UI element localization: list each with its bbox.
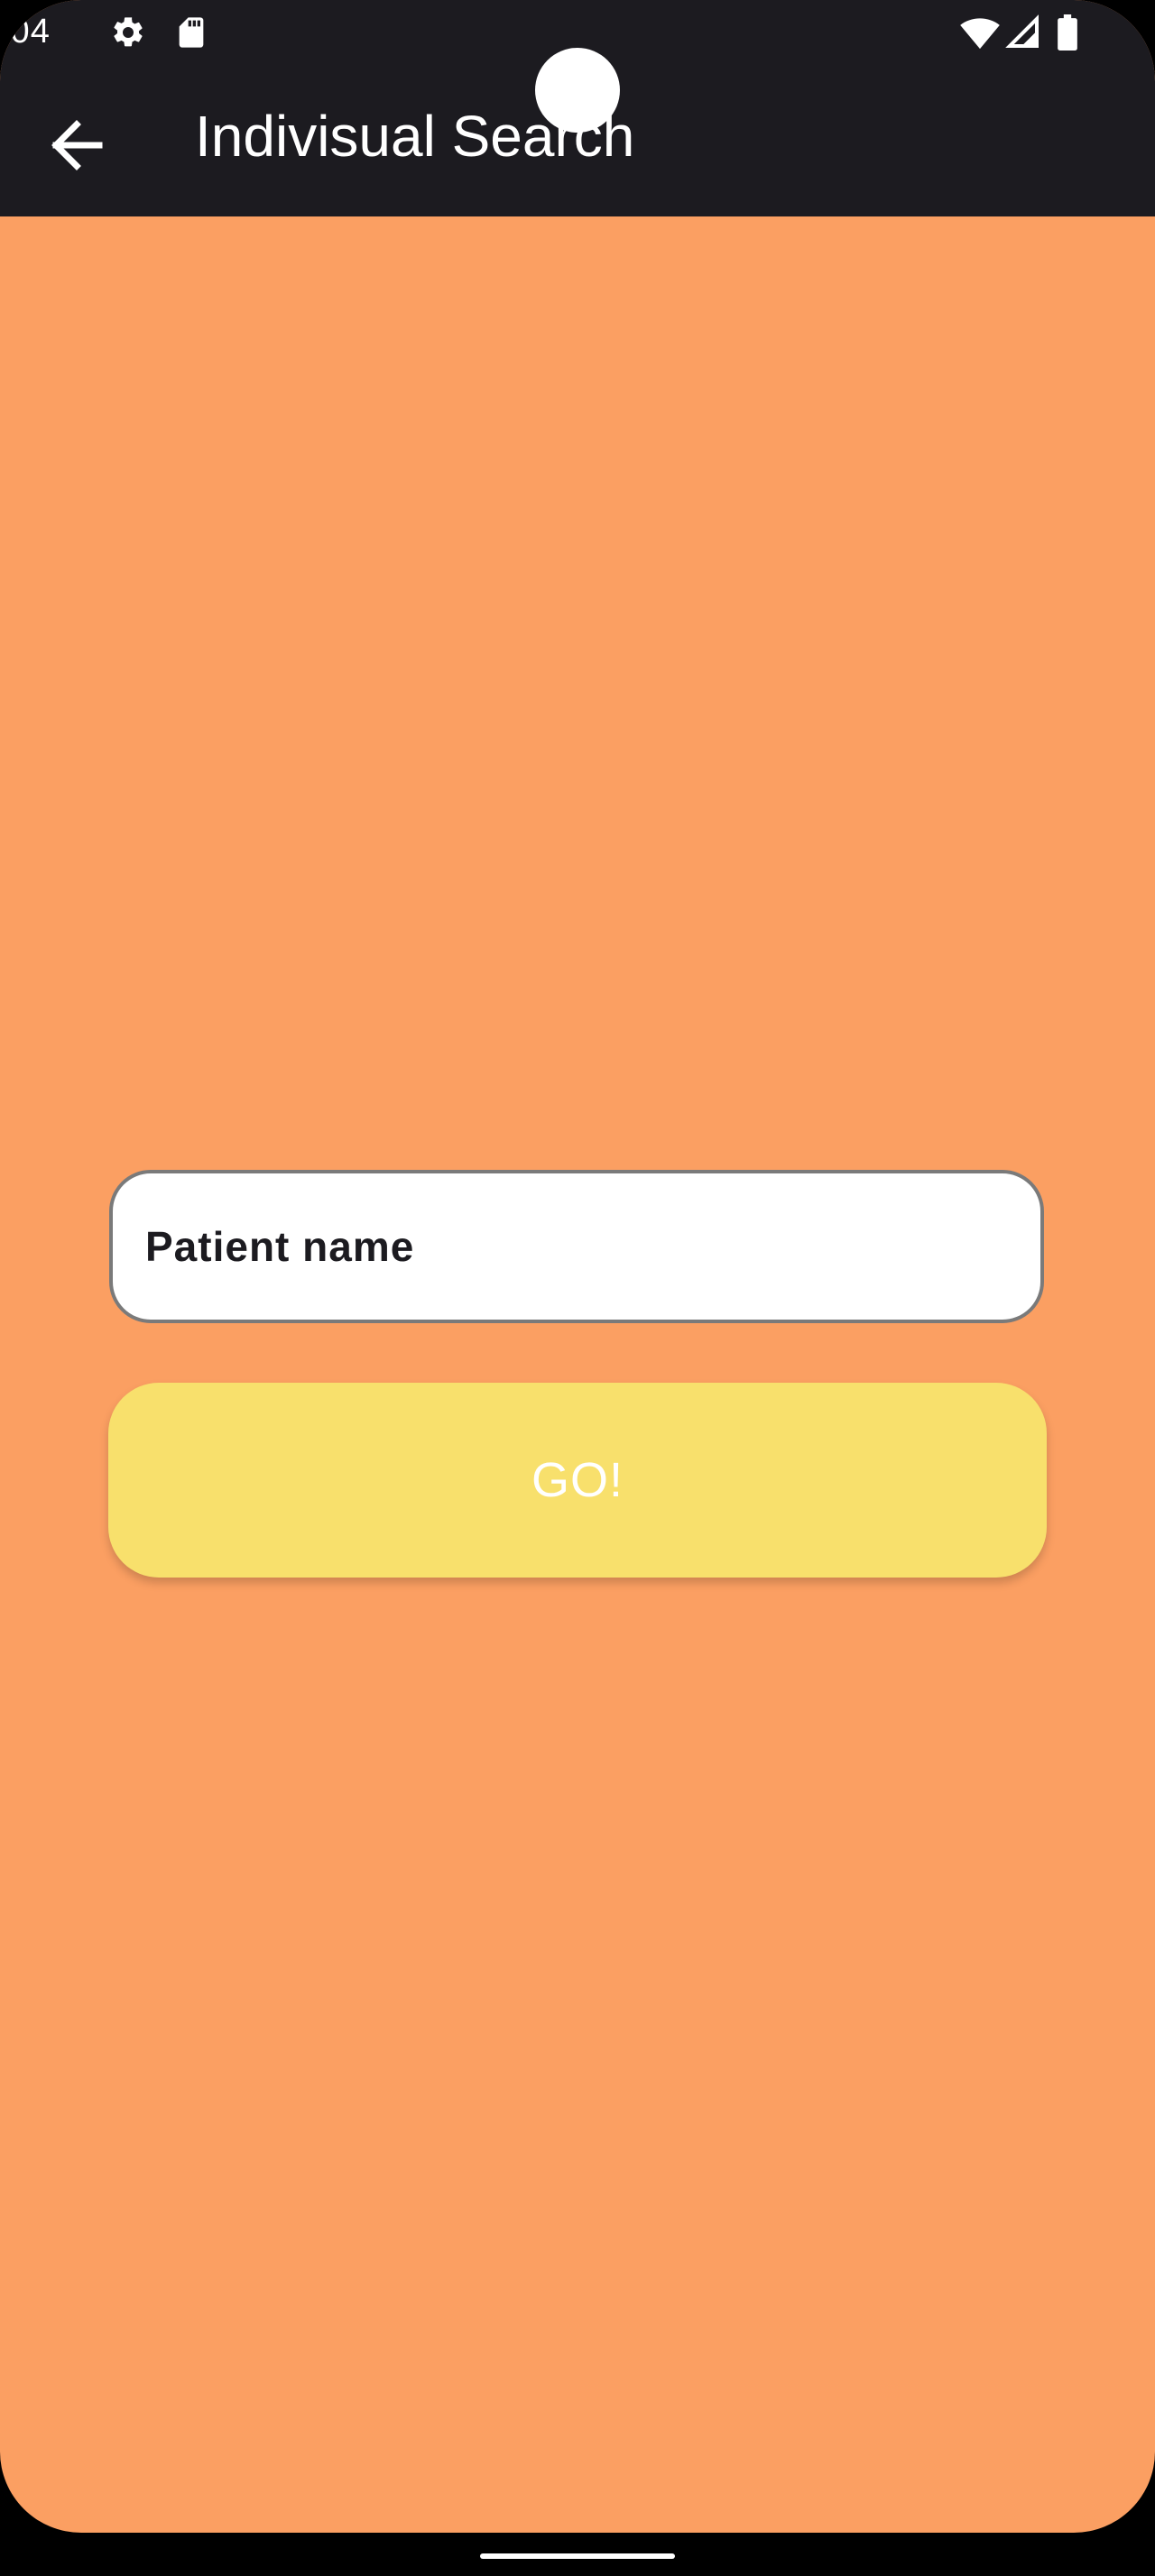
app-screen: :04 Indivisual Search Patient name GO! — [0, 0, 1155, 2533]
gear-icon — [110, 14, 146, 51]
wifi-icon — [960, 14, 1000, 51]
gesture-nav-handle[interactable] — [480, 2553, 675, 2559]
battery-icon — [1056, 14, 1079, 51]
go-button[interactable]: GO! — [108, 1383, 1047, 1578]
app-bar: Indivisual Search — [0, 81, 1155, 198]
status-time: :04 — [0, 13, 51, 51]
arrow-left-icon — [36, 120, 117, 189]
device-frame: :04 Indivisual Search Patient name GO! — [0, 0, 1155, 2576]
patient-name-input[interactable] — [143, 1221, 1013, 1272]
page-title: Indivisual Search — [195, 104, 635, 169]
top-app-bar: :04 Indivisual Search — [0, 0, 1155, 216]
go-button-label: GO! — [531, 1453, 624, 1507]
patient-name-field[interactable] — [109, 1170, 1044, 1323]
sd-card-icon — [173, 14, 209, 51]
back-button[interactable] — [36, 105, 117, 186]
signal-icon — [1005, 14, 1041, 51]
